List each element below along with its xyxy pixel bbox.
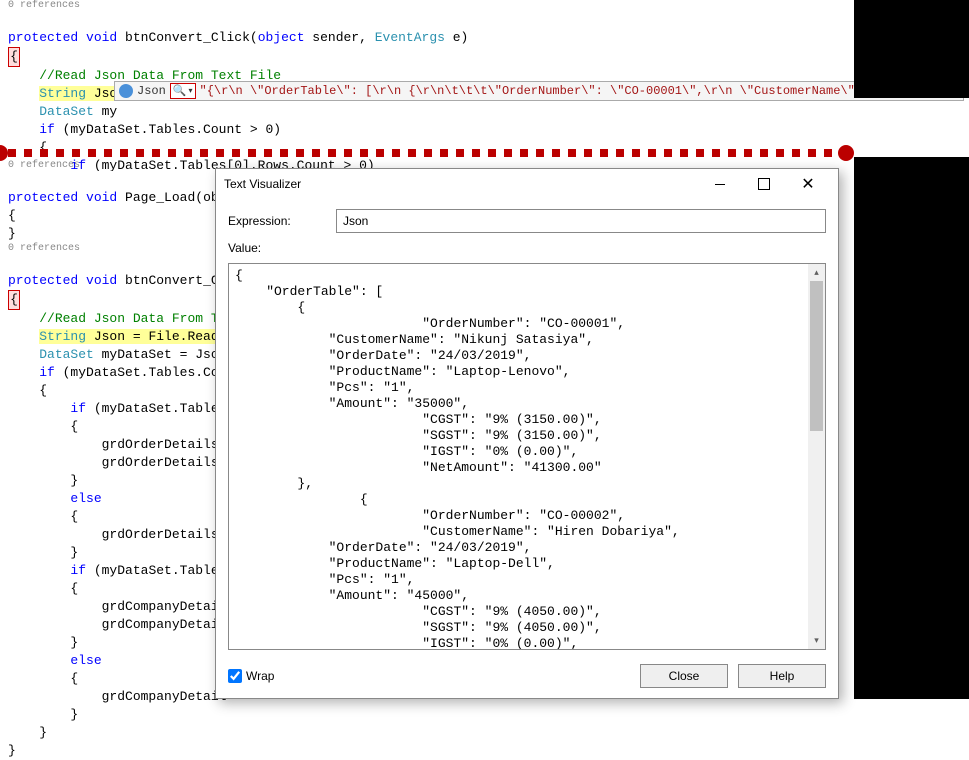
kw: if [70,563,86,578]
value-textarea[interactable]: { "OrderTable": [ { "OrderNumber": "CO-0… [228,263,826,650]
scroll-up-button[interactable]: ▴ [808,264,825,281]
debug-tooltip[interactable]: Json 🔍 ▾ "{\r\n \"OrderTable\": [\r\n {\… [114,81,964,101]
kw: if [39,365,55,380]
dialog-titlebar[interactable]: Text Visualizer ✕ [216,169,838,199]
text: grdOrderDetails. [102,437,227,452]
brace-marker: { [8,47,20,67]
wrap-checkbox-label[interactable]: Wrap [228,669,274,683]
expression-input[interactable] [336,209,826,233]
text: btnConvert_Click( [117,30,257,45]
scroll-thumb[interactable] [810,281,823,431]
text: e) [445,30,468,45]
type: String [39,329,86,344]
type: DataSet [39,104,94,119]
kw: protected [8,30,78,45]
type: EventArgs [375,30,445,45]
type: DataSet [39,347,94,362]
text: grdOrderDetails. [102,527,227,542]
tooltip-var: Json [137,84,166,98]
black-panel-lower [854,157,969,699]
kw: void [86,30,117,45]
brace-marker: { [8,290,20,310]
close-button[interactable]: Close [640,664,728,688]
text-visualizer-dialog: Text Visualizer ✕ Expression: Value: { "… [215,168,839,699]
text: Json = File.ReadAl [86,329,234,344]
magnifier-icon: 🔍 [173,84,187,98]
references-label: 0 references [0,243,216,254]
tooltip-value: "{\r\n \"OrderTable\": [\r\n {\r\n\t\t\t… [200,84,959,98]
text: grdOrderDetails. [102,455,227,470]
chevron-down-icon: ▾ [189,86,193,96]
code-block-bottom: protected void Page_Load(obje { } [0,171,216,243]
kw: void [86,273,117,288]
scroll-down-button[interactable]: ▾ [808,632,825,649]
kw: else [70,491,101,506]
close-window-button[interactable]: ✕ [786,169,830,199]
black-panel [854,0,969,98]
text: (myDataSet.Tables.Cou [55,365,227,380]
text: grdCompanyDetail [102,617,227,632]
help-button[interactable]: Help [738,664,826,688]
kw: if [70,401,86,416]
wrap-text: Wrap [246,669,274,683]
visualizer-picker[interactable]: 🔍 ▾ [170,83,196,99]
text: myDataSet = Json [94,347,227,362]
text: (myDataSet.Tables.Count > 0) [55,122,281,137]
highlighted-line: String Json = File.ReadAl [39,329,234,344]
text: sender, [305,30,375,45]
value-text[interactable]: { "OrderTable": [ { "OrderNumber": "CO-0… [229,264,807,649]
type: String [39,86,86,101]
scrollbar-vertical[interactable]: ▴ ▾ [808,264,825,649]
text: grdCompanyDetail [102,599,227,614]
maximize-button[interactable] [742,169,786,199]
value-label: Value: [228,241,826,255]
text: (myDataSet.Tables [86,401,226,416]
field-icon [119,84,133,98]
kw: void [86,190,117,205]
minimize-button[interactable] [698,169,742,199]
expression-label: Expression: [228,214,328,228]
kw: protected [8,190,78,205]
kw: object [258,30,305,45]
text: (myDataSet.Tables [86,563,226,578]
kw: else [70,653,101,668]
split-marker[interactable] [0,148,854,158]
text: grdCompanyDetail [102,689,227,704]
comment: //Read Json Data From Tex [39,311,234,326]
dialog-title: Text Visualizer [224,177,698,191]
wrap-checkbox[interactable] [228,669,242,683]
text: my [94,104,117,119]
references-label: 0 references [0,0,969,11]
split-handle-right[interactable] [838,145,854,161]
kw: if [39,122,55,137]
references-label: 0 references [0,160,216,171]
kw: protected [8,273,78,288]
code-block-bottom2: protected void btnConvert_Cli { //Read J… [0,254,216,760]
